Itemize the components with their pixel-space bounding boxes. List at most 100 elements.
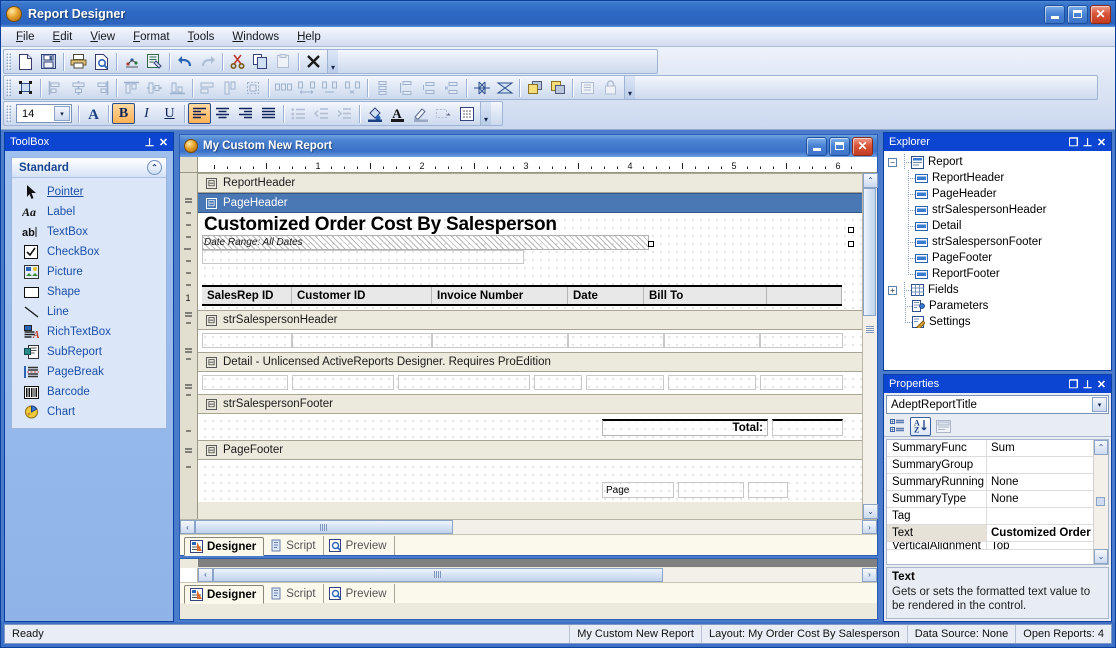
detail-field-control[interactable] [398,375,530,390]
layout-toolbar-overflow[interactable]: ▾ [624,76,635,99]
canvas-horizontal-scrollbar[interactable]: ‹ › [180,519,877,534]
report-title-control[interactable]: Customized Order Cost By Salesperson [204,214,557,236]
chevron-down-icon[interactable]: ▾ [1092,397,1107,412]
toolbox-item-pointer[interactable]: Pointer [12,182,166,202]
menu-windows[interactable]: Windows [223,29,288,45]
property-row[interactable]: SummaryGroup [887,457,1093,474]
scroll-down-button[interactable]: ⌄ [863,504,878,519]
pin-icon[interactable]: ⊥ [143,136,156,149]
tab-script[interactable]: Script [264,536,324,555]
underline-button[interactable]: U [158,103,181,124]
collapse-icon[interactable]: ⊟ [206,314,217,326]
selection-handle[interactable] [848,241,854,247]
tab-designer[interactable]: Designer [184,537,265,556]
detail-field-control[interactable] [668,375,756,390]
property-row[interactable]: SummaryFunc Sum [887,440,1093,457]
scroll-right-button[interactable]: › [862,520,877,534]
report-subtitle-control[interactable]: Date Range: All Dates [204,237,303,248]
vscroll-track[interactable] [863,188,877,504]
detail-field-control[interactable] [292,375,394,390]
detail-field-control[interactable] [760,333,843,348]
property-value[interactable] [987,457,1093,473]
maximize-button[interactable] [1067,4,1088,24]
restore-icon[interactable]: ❐ [1067,378,1080,391]
tree-node-report[interactable]: − Report [888,154,1111,170]
tree-node-detail[interactable]: Detail [888,218,1111,234]
property-row[interactable]: SummaryRunning None [887,474,1093,491]
scroll-left-button[interactable]: ‹ [180,520,195,534]
property-value[interactable]: None [987,474,1093,490]
vscroll-thumb[interactable] [863,188,876,316]
explorer-tree[interactable]: − Report ReportHeader PageHeader strSale… [884,151,1111,370]
chevron-down-icon[interactable]: ▾ [54,106,70,121]
band-header-pagefooter[interactable]: ⊟ PageFooter [198,440,862,460]
align-left-button[interactable] [188,103,211,124]
menu-format[interactable]: Format [124,29,178,45]
format-toolbar-overflow[interactable]: ▾ [480,102,491,125]
toolbox-item-chart[interactable]: Chart [12,402,166,422]
menu-edit[interactable]: Edit [44,29,82,45]
delete-button[interactable] [302,51,325,72]
fill-color-button[interactable] [363,103,386,124]
bring-to-front-button[interactable] [523,77,546,98]
band-header-pageheader[interactable]: ⊟ PageHeader [198,193,862,213]
align-right-button[interactable] [234,103,257,124]
restore-icon[interactable]: ❐ [1067,136,1080,149]
collapse-icon[interactable]: ⊟ [206,197,217,209]
property-value[interactable]: Top [987,542,1093,549]
toolbox-item-pagebreak[interactable]: PageBreak [12,362,166,382]
band-body-pagefooter[interactable]: Page [198,460,862,502]
document-maximize-button[interactable] [829,136,850,156]
document-close-button[interactable]: ✕ [852,136,873,156]
close-icon[interactable]: ✕ [1095,378,1108,391]
collapse-icon[interactable]: ⊟ [206,356,217,368]
property-row[interactable]: VerticalAlignment Top [887,542,1093,550]
total-label-control[interactable]: Total: [602,419,768,436]
font-color-button[interactable]: A [386,103,409,124]
detail-field-control[interactable] [568,333,664,348]
total-value-control[interactable] [772,419,843,436]
font-button[interactable]: A [82,103,105,124]
tree-node-pageheader[interactable]: PageHeader [888,186,1111,202]
page-footer-text-control[interactable]: Page [602,482,674,498]
tree-node-settings[interactable]: Settings [888,314,1111,330]
pin-icon[interactable]: ⊥ [1081,136,1094,149]
band-body-strsalespersonheader[interactable] [198,330,862,352]
toolbox-item-picture[interactable]: Picture [12,262,166,282]
band-body-detail[interactable] [198,372,862,394]
property-value[interactable]: None [987,491,1093,507]
hscroll-thumb[interactable] [195,520,453,534]
font-size-combo[interactable]: 14 ▾ [16,104,72,123]
standard-toolbar-overflow[interactable]: ▾ [327,50,338,73]
tree-node-pagefooter[interactable]: PageFooter [888,250,1111,266]
selection-handle[interactable] [648,241,654,247]
property-value[interactable]: Sum [987,440,1093,456]
column-header-cell[interactable]: SalesRep ID [202,287,292,304]
toolbox-item-richtextbox[interactable]: A RichTextBox [12,322,166,342]
toolbox-item-line[interactable]: Line [12,302,166,322]
cut-button[interactable] [226,51,249,72]
toolbar-grip[interactable] [6,105,11,122]
line-color-button[interactable] [409,103,432,124]
toolbox-group-header[interactable]: Standard ⌃ [12,158,166,178]
properties-grid[interactable]: SummaryFunc Sum SummaryGroup SummaryRunn… [886,439,1109,565]
pscroll-track[interactable] [1094,455,1108,549]
minimize-button[interactable] [1044,4,1065,24]
collapse-icon[interactable]: ⊟ [206,177,217,189]
collapse-icon[interactable]: ⊟ [206,444,217,456]
property-value[interactable] [987,508,1093,524]
band-header-strsalespersonheader[interactable]: ⊟ strSalespersonHeader [198,310,862,330]
expander-icon[interactable]: + [888,285,897,295]
properties-object-selector[interactable]: AdeptReportTitle ▾ [886,395,1109,414]
scroll-right-button[interactable]: › [862,567,877,582]
canvas-vertical-scrollbar[interactable]: ⌃ ⌄ [862,173,878,519]
column-header-cell[interactable]: Bill To [644,287,767,304]
detail-field-control[interactable] [202,375,288,390]
copy-button[interactable] [249,51,272,72]
menu-file[interactable]: File [7,29,44,45]
alphabetical-sort-button[interactable]: AZ [910,416,931,436]
background-horizontal-scrollbar[interactable]: ‹ › [180,567,877,582]
band-body-strsalespersonfooter[interactable]: Total: [198,414,862,440]
property-row-selected[interactable]: Text Customized Order [887,525,1093,542]
hscroll-thumb[interactable] [213,567,663,582]
